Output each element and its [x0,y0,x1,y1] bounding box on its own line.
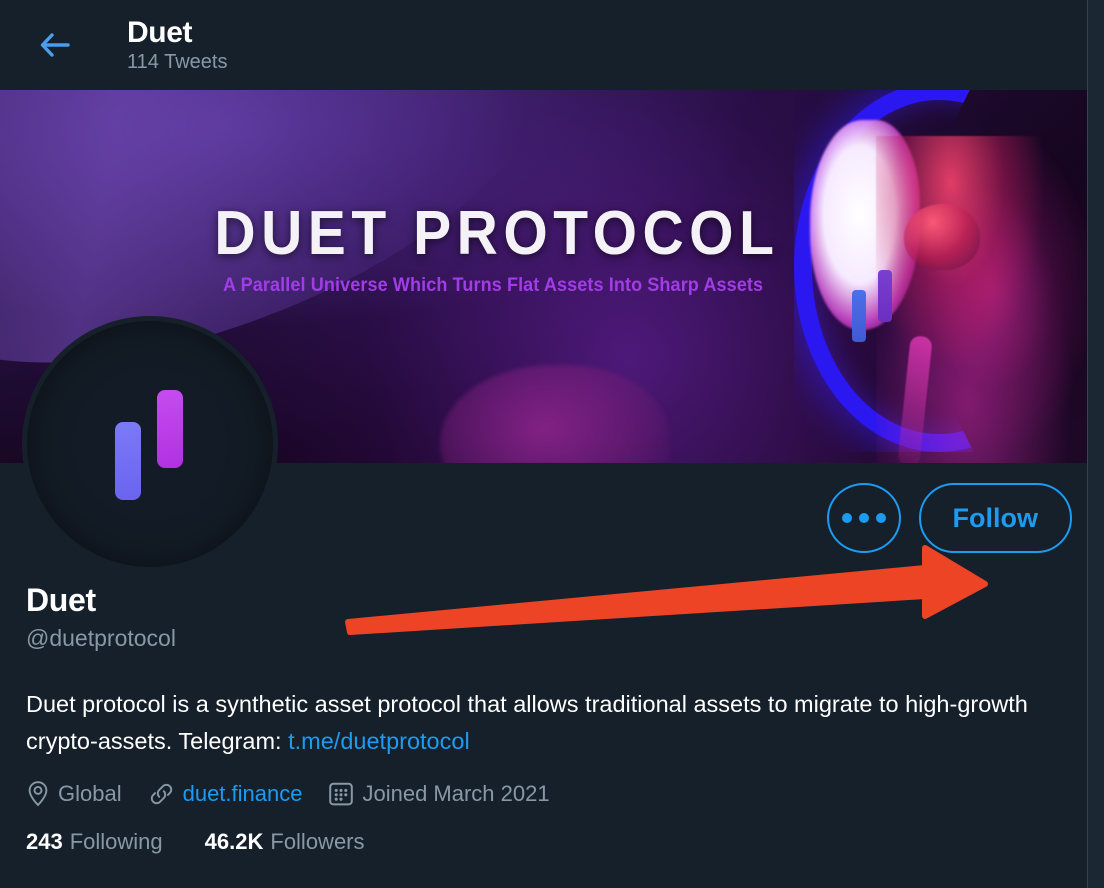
tweet-count: 114 Tweets [127,50,228,73]
following-count: 243 [26,829,63,854]
profile-stats: 243 Following 46.2K Followers [26,829,1064,855]
following-stat[interactable]: 243 Following [26,829,163,855]
duet-logo-icon [113,390,187,500]
followers-count: 46.2K [204,829,264,854]
ellipsis-icon-dot [841,513,852,523]
page-title: Duet [127,16,193,50]
calendar-icon [328,781,354,807]
display-name: Duet [26,582,96,618]
banner-title: DUET PROTOCOL [214,199,780,268]
location-item: Global [26,780,122,807]
following-label: Following [69,829,163,854]
banner-tagline: A Parallel Universe Which Turns Flat Ass… [223,275,764,296]
avatar[interactable] [22,316,278,572]
link-icon [148,782,175,806]
joined-item: Joined March 2021 [328,780,550,807]
profile-info: Duet @duetprotocol Duet protocol is a sy… [26,582,1064,855]
ellipsis-icon-dot [858,513,869,523]
twitter-profile-screen: Duet 114 Tweets DUET PROTOCOL A Parallel… [0,0,1104,888]
banner-text-group: DUET PROTOCOL A Parallel Universe Which … [0,198,1104,297]
profile-bio: Duet protocol is a synthetic asset proto… [26,686,1064,760]
website-link[interactable]: duet.finance [183,781,303,807]
website-item[interactable]: duet.finance [148,781,303,807]
profile-header-bar: Duet 114 Tweets [0,0,1104,90]
joined-date-text: Joined March 2021 [362,780,550,806]
bio-text: Duet protocol is a synthetic asset proto… [26,690,1028,754]
profile-actions: Follow [826,483,1072,553]
bio-telegram-link[interactable]: t.me/duetprotocol [288,728,470,754]
astronaut-figure [876,136,1096,463]
arrow-left-icon [40,33,70,57]
follow-button[interactable]: Follow [918,483,1072,553]
location-text: Global [58,780,122,806]
more-options-button[interactable] [826,483,901,553]
window-edge-strip [1087,0,1104,888]
ellipsis-icon-dot [875,513,886,523]
followers-stat[interactable]: 46.2K Followers [205,829,365,855]
back-button[interactable] [30,20,80,70]
location-pin-icon [26,780,50,807]
followers-label: Followers [270,829,365,854]
profile-handle: @duetprotocol [26,624,176,651]
astronaut-arm [897,335,933,463]
profile-metadata: Global duet.finance Joined March 2021 [26,780,1064,807]
header-text-group: Duet 114 Tweets [127,17,227,73]
